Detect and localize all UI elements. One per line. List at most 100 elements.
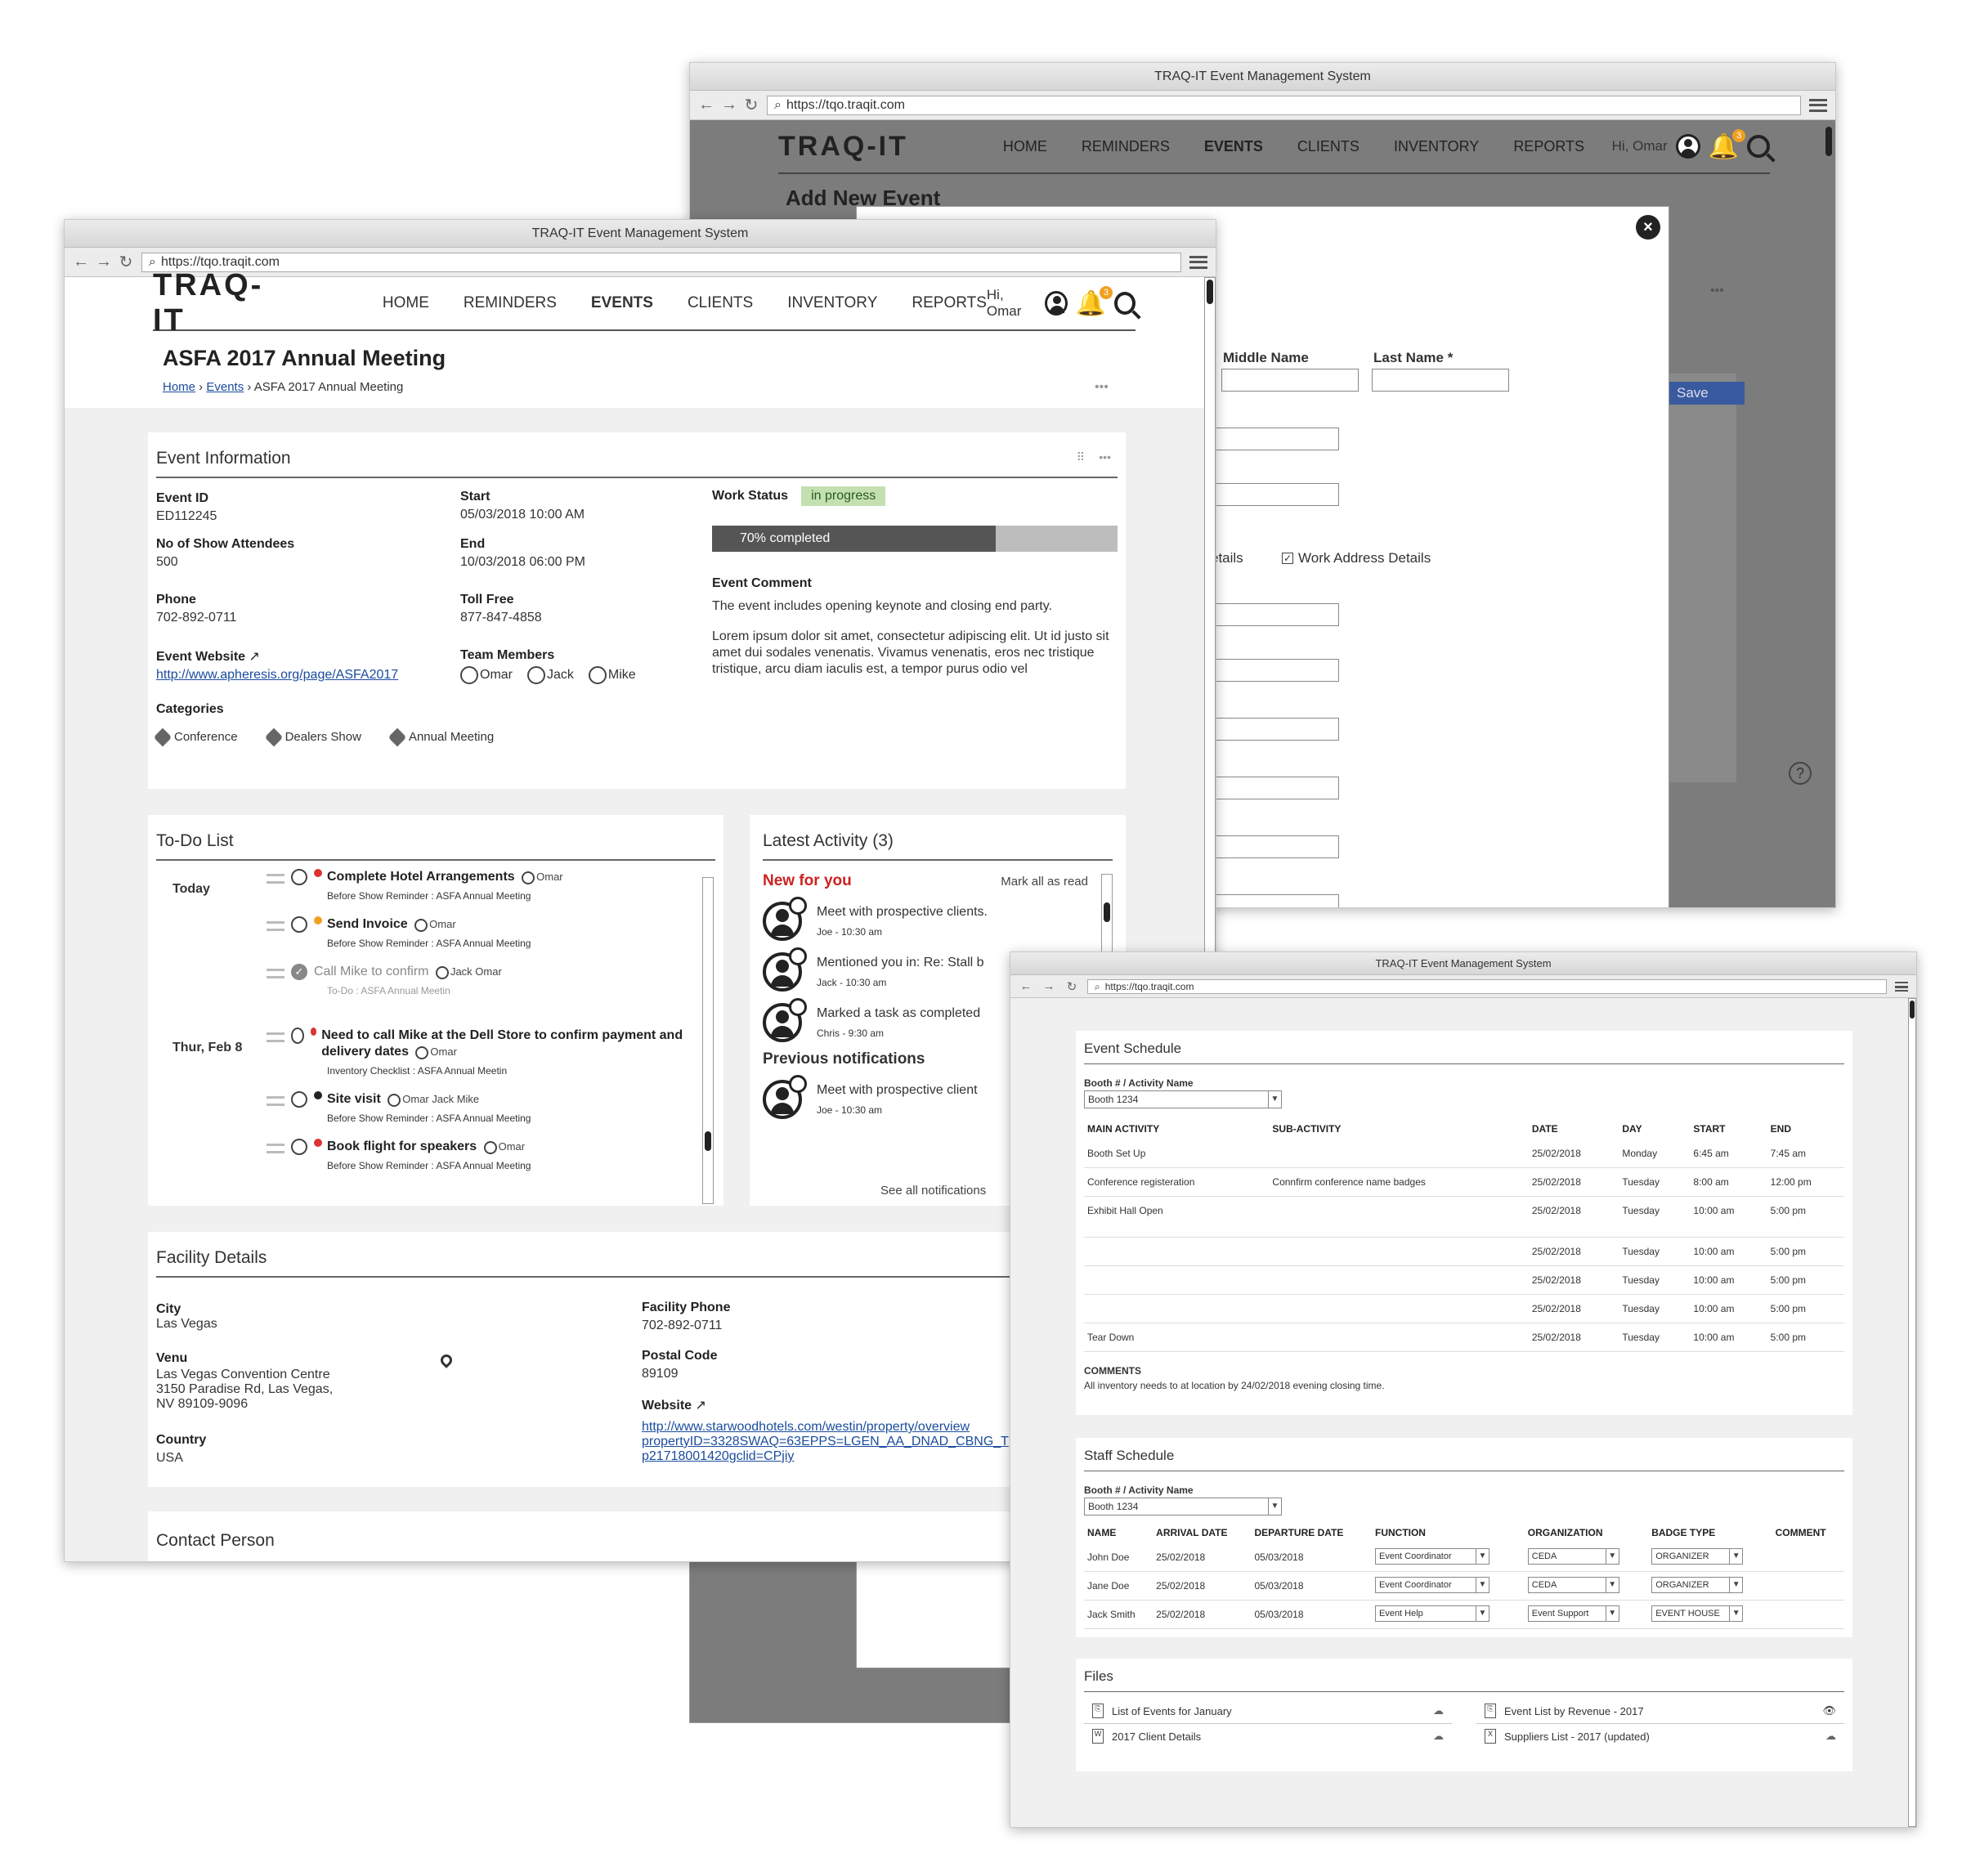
last-name-input[interactable] — [1372, 369, 1509, 392]
bell-icon[interactable]: 🔔 3 — [1709, 128, 1745, 161]
booth-select[interactable]: Booth 1234 ▼ — [1084, 1090, 1282, 1108]
nav-reports[interactable]: REPORTS — [1513, 138, 1584, 155]
form-input[interactable] — [1208, 777, 1339, 799]
file-item[interactable]: W 2017 Client Details ☁ — [1084, 1724, 1452, 1748]
forward-icon[interactable]: → — [721, 96, 737, 114]
drag-handle-icon[interactable] — [267, 874, 284, 884]
user-avatar-icon[interactable] — [1675, 134, 1700, 159]
form-input[interactable] — [1208, 428, 1339, 450]
facility-website-link[interactable]: p21718001420gclid=CPjiy — [642, 1449, 1009, 1464]
reload-icon[interactable]: ↻ — [744, 95, 759, 115]
dropdown-select[interactable]: EVENT HOUSE ▼ — [1651, 1605, 1744, 1622]
dropdown-select[interactable]: Event Support ▼ — [1527, 1605, 1619, 1622]
activity-item[interactable]: Meet with prospective clients. Joe - 10:… — [763, 897, 1113, 941]
nav-inventory[interactable]: INVENTORY — [1394, 138, 1479, 155]
todo-item[interactable]: Need to call Mike at the Dell Store to c… — [267, 1028, 692, 1077]
eye-icon[interactable]: 👁 — [1822, 1704, 1836, 1717]
mark-all-read-link[interactable]: Mark all as read — [1001, 875, 1088, 889]
logo[interactable]: TRAQ-IT — [153, 268, 288, 338]
nav-clients[interactable]: CLIENTS — [1297, 138, 1360, 155]
form-input[interactable] — [1208, 603, 1339, 626]
activity-scrollbar[interactable] — [1101, 874, 1113, 954]
reload-icon[interactable]: ↻ — [1064, 979, 1079, 994]
external-link-icon[interactable]: ↗ — [249, 650, 260, 664]
scroll-thumb[interactable] — [1104, 902, 1110, 922]
page-scrollbar[interactable] — [1908, 998, 1916, 1827]
scroll-thumb[interactable] — [705, 1131, 711, 1151]
bell-icon[interactable]: 🔔 3 — [1076, 285, 1113, 318]
category-tag[interactable]: Dealers Show — [264, 728, 361, 747]
dropdown-select[interactable]: CEDA ▼ — [1527, 1548, 1619, 1565]
todo-item[interactable]: Complete Hotel Arrangements Omar Before … — [267, 869, 692, 902]
category-tag[interactable]: Annual Meeting — [387, 728, 494, 747]
nav-inventory[interactable]: INVENTORY — [787, 294, 877, 312]
drag-handle-icon[interactable] — [267, 1144, 284, 1153]
back-icon[interactable]: ← — [698, 96, 714, 114]
todo-item[interactable]: Book flight for speakers Omar Before Sho… — [267, 1139, 692, 1171]
team-member[interactable]: Jack — [527, 666, 574, 684]
forward-icon[interactable]: → — [1041, 979, 1056, 993]
reload-icon[interactable]: ↻ — [119, 252, 133, 272]
see-all-notifications-link[interactable]: See all notifications — [880, 1184, 986, 1198]
breadcrumb-events[interactable]: Events — [206, 380, 244, 394]
browser-menu-icon[interactable] — [1809, 98, 1827, 112]
dropdown-select[interactable]: Event Coordinator ▼ — [1374, 1548, 1489, 1565]
address-input[interactable]: ⌕ https://tqo.traqit.com — [141, 252, 1181, 272]
back-icon[interactable]: ← — [73, 253, 89, 271]
todo-item[interactable]: Site visit Omar Jack Mike Before Show Re… — [267, 1091, 692, 1124]
search-icon[interactable] — [1114, 292, 1136, 315]
dropdown-select[interactable]: Event Coordinator ▼ — [1374, 1577, 1489, 1593]
middle-name-input[interactable] — [1221, 369, 1359, 392]
nav-reports[interactable]: REPORTS — [912, 294, 987, 312]
forward-icon[interactable]: → — [96, 253, 112, 271]
file-item[interactable]: ⎘ Event List by Revenue - 2017 👁 — [1476, 1699, 1844, 1724]
form-input[interactable] — [1208, 835, 1339, 858]
browser-menu-icon[interactable] — [1189, 255, 1207, 269]
event-website-link[interactable]: http://www.apheresis.org/page/ASFA2017 — [156, 668, 398, 683]
todo-checkbox[interactable] — [291, 1028, 304, 1044]
comment-cell[interactable] — [1772, 1543, 1844, 1572]
user-avatar-icon[interactable] — [1045, 291, 1068, 316]
todo-item[interactable]: Send Invoice Omar Before Show Reminder :… — [267, 916, 692, 949]
close-icon[interactable]: × — [1636, 215, 1660, 240]
form-input[interactable] — [1208, 718, 1339, 741]
drag-handle-icon[interactable] — [267, 1096, 284, 1106]
completed-check-icon[interactable]: ✓ — [291, 964, 307, 980]
todo-checkbox[interactable] — [291, 1139, 307, 1155]
search-icon[interactable] — [1747, 135, 1770, 158]
comment-cell[interactable] — [1772, 1571, 1844, 1601]
nav-clients[interactable]: CLIENTS — [688, 294, 753, 312]
nav-reminders[interactable]: REMINDERS — [1082, 138, 1170, 155]
team-member[interactable]: Mike — [588, 666, 636, 684]
form-input[interactable] — [1208, 894, 1339, 907]
drag-handle-icon[interactable] — [267, 921, 284, 931]
dropdown-select[interactable]: ORGANIZER ▼ — [1651, 1577, 1744, 1593]
form-input[interactable] — [1208, 659, 1339, 682]
facility-website-link[interactable]: http://www.starwoodhotels.com/westin/pro… — [642, 1420, 1009, 1435]
drag-handle-icon[interactable] — [267, 969, 284, 978]
scroll-thumb[interactable] — [1910, 1001, 1915, 1019]
drag-handle-icon[interactable] — [267, 1032, 284, 1042]
facility-website-link[interactable]: propertyID=3328SWAQ=63EPPS=LGEN_AA_DNAD_… — [642, 1435, 1009, 1449]
nav-events[interactable]: EVENTS — [1204, 138, 1263, 155]
breadcrumb-home[interactable]: Home — [163, 380, 195, 394]
file-item[interactable]: ⎘ List of Events for January ☁ — [1084, 1699, 1452, 1724]
todo-checkbox[interactable] — [291, 1091, 307, 1108]
work-address-checkbox[interactable]: ✓ Work Address Details — [1282, 550, 1431, 566]
more-icon[interactable]: ••• — [1710, 284, 1724, 298]
booth-select[interactable]: Booth 1234 ▼ — [1084, 1498, 1282, 1516]
more-icon[interactable]: ••• — [1099, 450, 1111, 463]
team-member[interactable]: Omar — [460, 666, 513, 684]
address-input[interactable]: ⌕ https://tqo.traqit.com — [767, 95, 1801, 115]
more-icon[interactable]: ••• — [1095, 380, 1109, 395]
category-tag[interactable]: Conference — [153, 728, 238, 747]
browser-menu-icon[interactable] — [1895, 981, 1908, 992]
address-input[interactable]: ⌕ https://tqo.traqit.com — [1087, 978, 1887, 994]
cloud-download-icon[interactable]: ☁ — [1825, 1730, 1836, 1743]
todo-checkbox[interactable] — [291, 916, 307, 933]
save-button[interactable]: Save — [1667, 382, 1745, 405]
dropdown-select[interactable]: ORGANIZER ▼ — [1651, 1548, 1744, 1565]
map-pin-icon[interactable] — [438, 1352, 455, 1368]
comment-cell[interactable] — [1772, 1600, 1844, 1629]
file-item[interactable]: X Suppliers List - 2017 (updated) ☁ — [1476, 1724, 1844, 1748]
